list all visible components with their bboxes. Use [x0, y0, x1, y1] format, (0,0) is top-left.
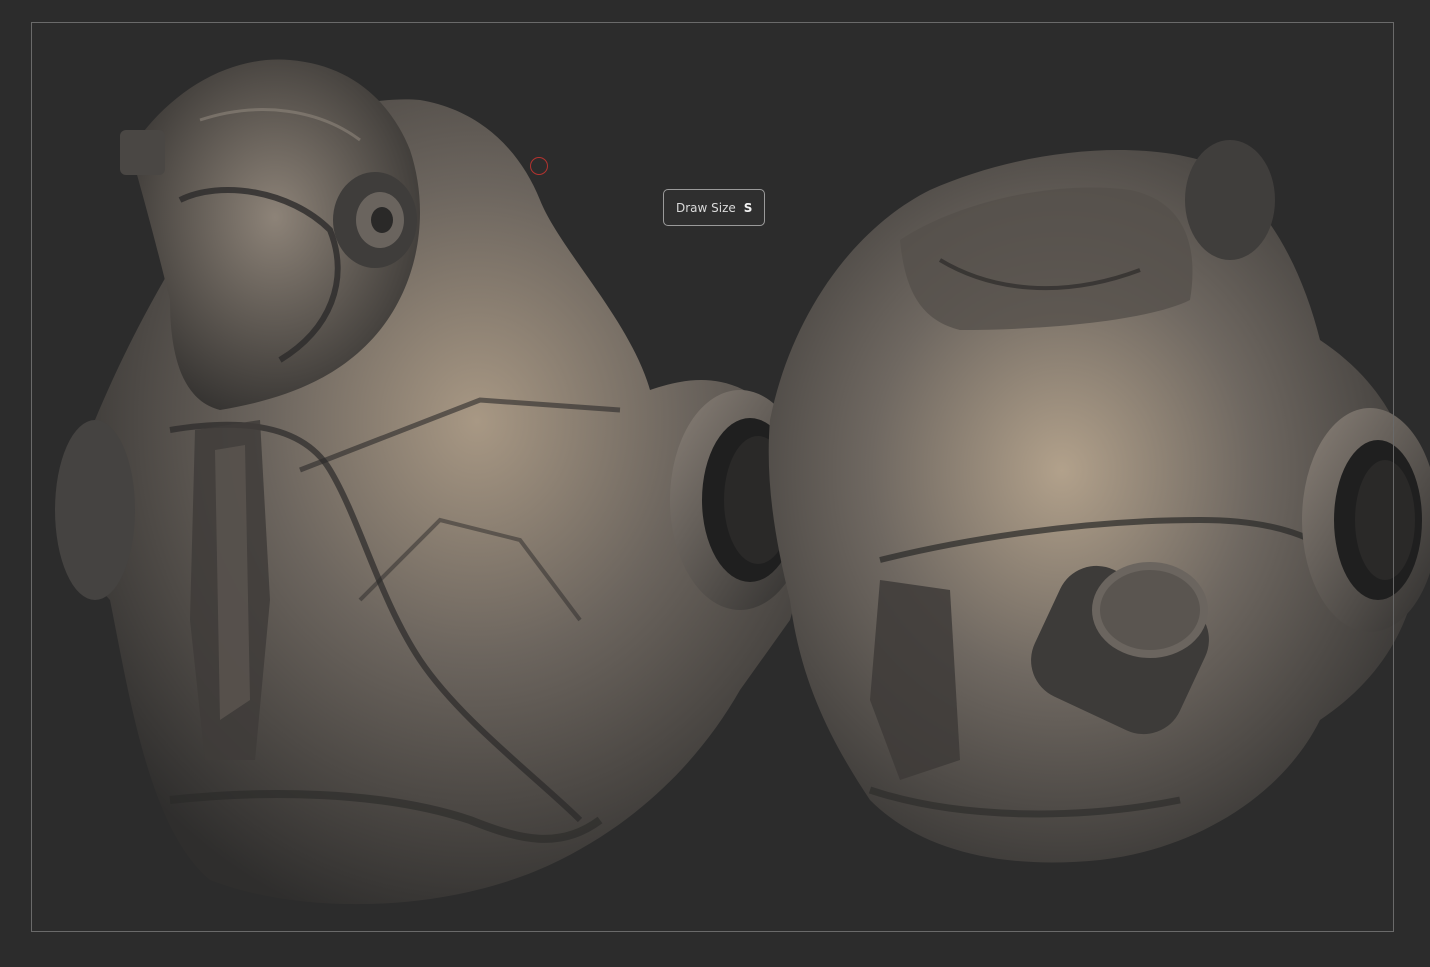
- brush-cursor-icon: [530, 157, 548, 175]
- document-frame: [31, 22, 1394, 932]
- draw-size-tooltip: Draw Size S: [663, 189, 766, 226]
- tooltip-hotkey: S: [743, 200, 753, 215]
- tooltip-label: Draw Size: [676, 200, 736, 215]
- sculpt-viewport[interactable]: Draw Size S: [0, 0, 1430, 967]
